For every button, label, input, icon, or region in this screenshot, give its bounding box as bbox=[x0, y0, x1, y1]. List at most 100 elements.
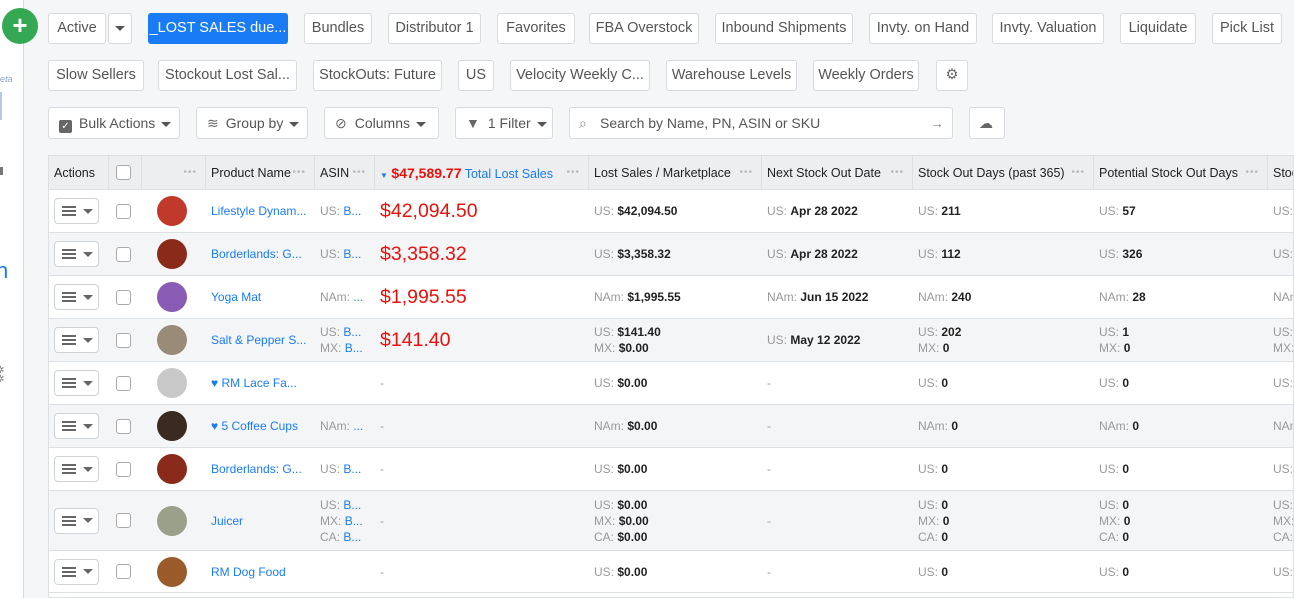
header-stock-out-days[interactable]: Stock Out Days (past 365) ••• bbox=[913, 156, 1094, 190]
view-tab[interactable]: Warehouse Levels bbox=[666, 60, 797, 91]
lost-value: $0.00 bbox=[617, 529, 648, 544]
row-checkbox[interactable] bbox=[116, 332, 131, 348]
row-checkbox[interactable] bbox=[116, 203, 131, 219]
asin-value[interactable]: B... bbox=[343, 530, 361, 544]
header-asin[interactable]: ASIN ••• bbox=[315, 156, 375, 190]
row-checkbox[interactable] bbox=[116, 513, 131, 528]
arrow-right-icon[interactable]: → bbox=[930, 108, 944, 138]
column-menu-icon[interactable]: ••• bbox=[183, 156, 197, 190]
view-tab[interactable]: US bbox=[458, 60, 494, 91]
caret-down-icon bbox=[289, 121, 300, 127]
gear-icon[interactable]: ✲ ✲ bbox=[0, 366, 4, 385]
asin-value[interactable]: B... bbox=[343, 325, 361, 339]
view-tab[interactable]: Distributor 1 bbox=[388, 13, 481, 44]
column-menu-icon[interactable]: ••• bbox=[1245, 156, 1259, 190]
product-name-link[interactable]: Borderlands: G... bbox=[211, 247, 315, 261]
view-tab[interactable]: Bundles bbox=[304, 13, 372, 44]
row-actions-button[interactable] bbox=[54, 284, 99, 310]
asin-value[interactable]: B... bbox=[343, 462, 361, 476]
view-tab[interactable]: Pick List bbox=[1212, 13, 1282, 44]
product-image[interactable] bbox=[157, 239, 187, 269]
view-tab[interactable]: Invty. Valuation bbox=[992, 13, 1104, 44]
row-actions-button[interactable] bbox=[54, 413, 99, 439]
product-name-link[interactable]: Lifestyle Dynam... bbox=[211, 204, 315, 218]
add-button[interactable]: + bbox=[2, 8, 38, 44]
product-image[interactable] bbox=[157, 556, 187, 587]
product-image[interactable] bbox=[157, 505, 187, 536]
product-name-link[interactable]: Yoga Mat bbox=[211, 290, 315, 304]
column-menu-icon[interactable]: ••• bbox=[739, 156, 753, 190]
search-input[interactable]: ⌕ Search by Name, PN, ASIN or SKU → bbox=[569, 107, 953, 139]
row-actions-button[interactable] bbox=[54, 558, 99, 585]
asin-value[interactable]: B... bbox=[343, 498, 361, 512]
column-menu-icon[interactable]: ••• bbox=[292, 156, 306, 190]
view-tab[interactable]: _LOST SALES due... bbox=[148, 13, 288, 44]
cloud-download-button[interactable]: ☁ bbox=[969, 107, 1005, 139]
columns-button[interactable]: ⊘ Columns bbox=[324, 107, 439, 139]
asin-value[interactable]: B... bbox=[343, 247, 361, 261]
view-tab[interactable]: Weekly Orders bbox=[813, 60, 919, 91]
asin-value[interactable]: ... bbox=[353, 290, 363, 304]
row-actions-button[interactable] bbox=[54, 456, 99, 482]
product-image[interactable] bbox=[157, 368, 187, 398]
asin-value[interactable]: B... bbox=[345, 514, 363, 528]
product-name-link[interactable]: Juicer bbox=[211, 514, 315, 528]
header-potential-days[interactable]: Potential Stock Out Days ••• bbox=[1094, 156, 1268, 190]
group-by-button[interactable]: ≋ Group by bbox=[196, 107, 308, 139]
row-checkbox[interactable] bbox=[116, 289, 131, 305]
header-total-lost-sales[interactable]: ▼ $47,589.77 Total Lost Sales ••• bbox=[375, 156, 589, 190]
marketplace-label: NAm bbox=[1273, 419, 1293, 433]
column-menu-icon[interactable]: ••• bbox=[890, 156, 904, 190]
product-image[interactable] bbox=[157, 325, 187, 355]
sidebar-item[interactable]: n bbox=[0, 258, 8, 284]
column-menu-icon[interactable]: ••• bbox=[566, 156, 580, 190]
row-checkbox[interactable] bbox=[116, 375, 131, 391]
asin-value[interactable]: B... bbox=[343, 204, 361, 218]
bulk-actions-button[interactable]: ✓ Bulk Actions bbox=[48, 107, 180, 139]
view-settings-button[interactable]: ⚙ bbox=[936, 60, 968, 91]
view-tab[interactable]: FBA Overstock bbox=[589, 13, 699, 44]
header-product-name[interactable]: Product Name ••• bbox=[206, 156, 315, 190]
header-lost-per-marketplace[interactable]: Lost Sales / Marketplace ••• bbox=[589, 156, 762, 190]
product-image[interactable] bbox=[157, 282, 187, 312]
row-actions-button[interactable] bbox=[54, 198, 99, 224]
view-tab[interactable]: Favorites bbox=[497, 13, 575, 44]
row-checkbox[interactable] bbox=[116, 564, 131, 579]
row-actions-button[interactable] bbox=[54, 241, 99, 267]
marketplace-label: US: bbox=[1099, 462, 1120, 476]
column-menu-icon[interactable]: ••• bbox=[1071, 156, 1085, 190]
product-image[interactable] bbox=[157, 454, 187, 484]
column-menu-icon[interactable]: ••• bbox=[352, 156, 366, 190]
row-checkbox[interactable] bbox=[116, 418, 131, 434]
row-checkbox[interactable] bbox=[116, 246, 131, 262]
asin-value[interactable]: ... bbox=[353, 419, 363, 433]
product-name-link[interactable]: ♥ 5 Coffee Cups bbox=[211, 419, 315, 433]
header-next-column[interactable]: Stoc bbox=[1268, 156, 1293, 190]
view-tab[interactable]: StockOuts: Future bbox=[313, 60, 442, 91]
view-tab[interactable]: Velocity Weekly C... bbox=[510, 60, 650, 91]
product-image[interactable] bbox=[157, 196, 187, 226]
sod-value: 0 bbox=[941, 564, 949, 579]
product-name-link[interactable]: Borderlands: G... bbox=[211, 462, 315, 476]
view-tab[interactable]: Inbound Shipments bbox=[715, 13, 853, 44]
product-image[interactable] bbox=[157, 411, 187, 441]
row-actions-button[interactable] bbox=[54, 370, 99, 396]
view-tab[interactable]: Invty. on Hand bbox=[869, 13, 977, 44]
row-actions-button[interactable] bbox=[54, 507, 99, 534]
view-tab[interactable]: Stockout Lost Sal... bbox=[158, 60, 297, 91]
select-all-checkbox[interactable] bbox=[116, 165, 131, 180]
view-tab[interactable]: Active bbox=[48, 13, 106, 44]
product-name-link[interactable]: Salt & Pepper S... bbox=[211, 333, 315, 347]
sidebar-icon[interactable] bbox=[0, 167, 3, 175]
marketplace-label: US: bbox=[1099, 325, 1120, 339]
product-name-link[interactable]: ♥ RM Lace Fa... bbox=[211, 376, 315, 390]
view-tab[interactable]: Liquidate bbox=[1120, 13, 1196, 44]
row-actions-button[interactable] bbox=[54, 327, 99, 353]
view-tab[interactable]: Slow Sellers bbox=[48, 60, 144, 91]
header-next-stock-out[interactable]: Next Stock Out Date ••• bbox=[762, 156, 913, 190]
views-dropdown-button[interactable] bbox=[108, 13, 132, 44]
filter-button[interactable]: ▼ 1 Filter bbox=[455, 107, 553, 139]
asin-value[interactable]: B... bbox=[345, 341, 363, 355]
product-name-link[interactable]: RM Dog Food bbox=[211, 565, 315, 579]
row-checkbox[interactable] bbox=[116, 461, 131, 477]
